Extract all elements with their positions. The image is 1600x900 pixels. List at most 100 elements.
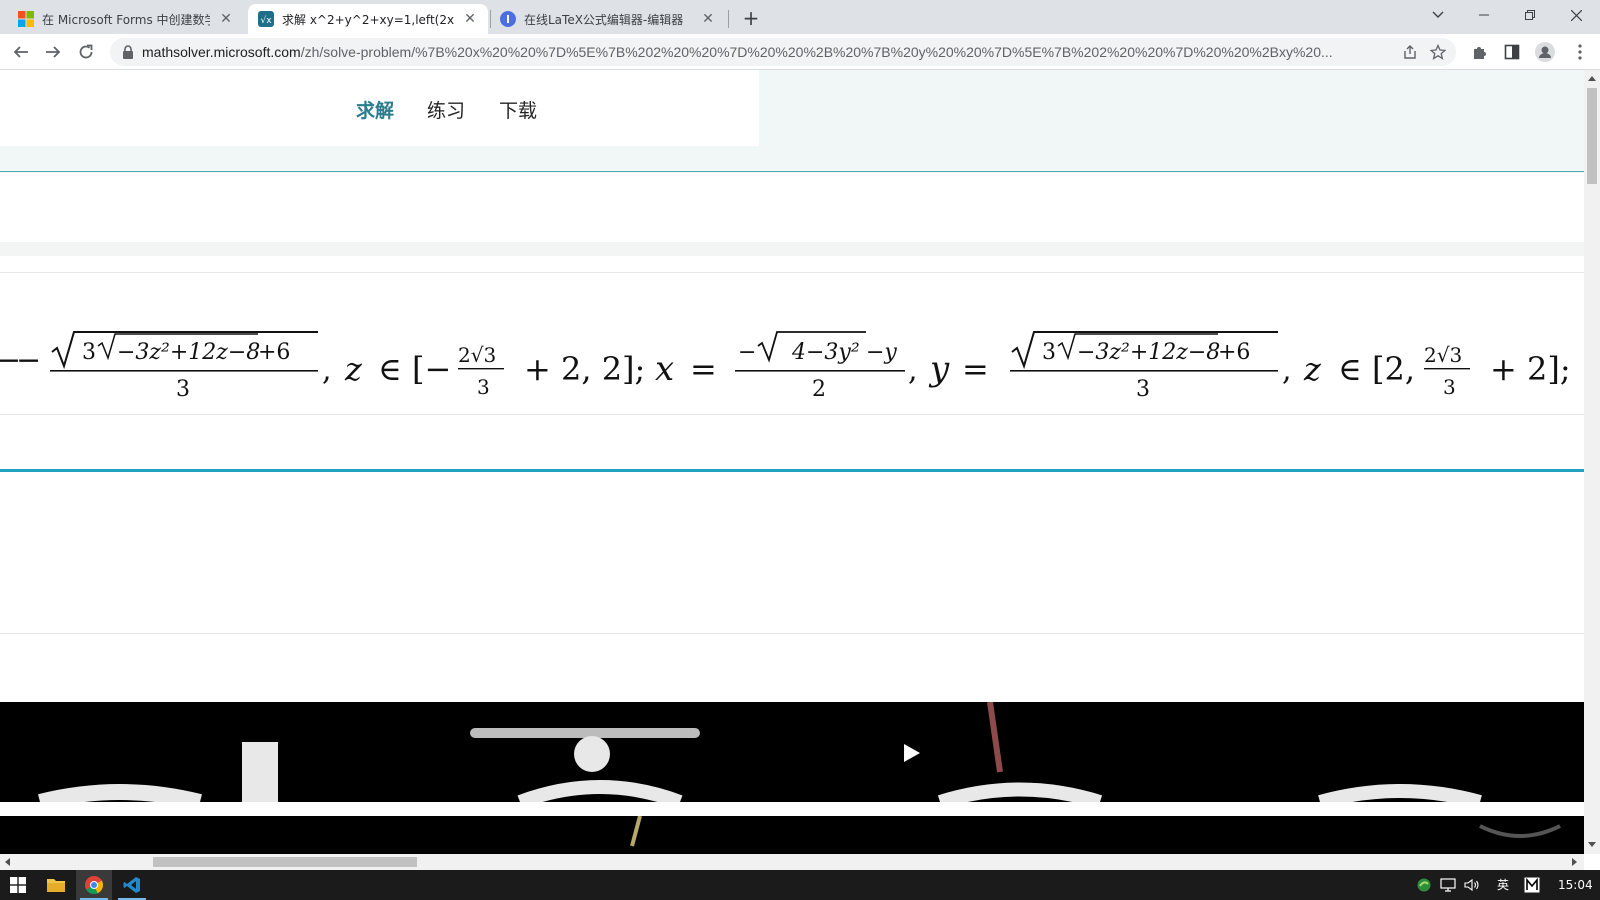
address-bar[interactable]: mathsolver.microsoft.com/zh/solve-proble… bbox=[110, 38, 1456, 66]
minimize-icon bbox=[1479, 14, 1489, 16]
tray-network[interactable] bbox=[1436, 870, 1460, 900]
scroll-down-arrow-icon[interactable] bbox=[1588, 842, 1596, 847]
forward-button[interactable] bbox=[39, 38, 67, 66]
more-vert-icon bbox=[1578, 44, 1582, 60]
browser-toolbar: mathsolver.microsoft.com/zh/solve-proble… bbox=[0, 34, 1600, 70]
arrow-left-icon bbox=[13, 46, 28, 58]
nav-practice[interactable]: 练习 bbox=[427, 96, 465, 123]
windows-logo-icon bbox=[10, 877, 26, 893]
latex-editor-icon bbox=[500, 11, 516, 27]
page-viewport: 求解 练习 下载 − − 3 −3z²+12z−8 +6 3 , z ∈ [− … bbox=[0, 70, 1584, 854]
restore-button[interactable] bbox=[1507, 0, 1553, 30]
new-tab-button[interactable]: + bbox=[738, 6, 764, 32]
taskbar-vscode[interactable] bbox=[114, 870, 150, 900]
math-interval-open: [2, bbox=[1372, 350, 1415, 388]
math-minus: − bbox=[738, 340, 756, 365]
math-radicand: −3z²+12z−8 bbox=[1077, 340, 1220, 365]
math-in: ∈ bbox=[378, 350, 402, 388]
math-comma: , bbox=[1282, 353, 1292, 388]
tab-microsoft-forms[interactable]: 在 Microsoft Forms 中创建数学 ✕ bbox=[8, 4, 244, 34]
solution-expression: − − 3 −3z²+12z−8 +6 3 , z ∈ [− 2√3 3 + 2… bbox=[0, 331, 1571, 402]
share-button[interactable] bbox=[1400, 42, 1420, 62]
math-two-sqrt3: 2√3 bbox=[1424, 343, 1462, 367]
minimize-button[interactable] bbox=[1461, 0, 1507, 30]
math-z: z bbox=[344, 350, 363, 388]
star-icon bbox=[1430, 44, 1446, 60]
reload-button[interactable] bbox=[72, 38, 100, 66]
video-frame bbox=[38, 702, 1482, 802]
profile-button[interactable] bbox=[1533, 40, 1557, 64]
tab-search-button[interactable] bbox=[1415, 0, 1461, 30]
side-panel-button[interactable] bbox=[1500, 40, 1524, 64]
scroll-right-arrow-icon[interactable] bbox=[1572, 858, 1577, 866]
start-button[interactable] bbox=[0, 870, 36, 900]
tab-title: 在线LaTeX公式编辑器-编辑器 bbox=[524, 12, 684, 27]
math-three: 3 bbox=[1443, 375, 1456, 399]
microsoft-logo-icon bbox=[18, 11, 34, 27]
lock-icon bbox=[123, 45, 133, 59]
math-plus6: +6 bbox=[258, 340, 290, 365]
extensions-button[interactable] bbox=[1468, 40, 1492, 64]
side-panel-icon bbox=[1504, 44, 1520, 60]
restore-icon bbox=[1525, 10, 1535, 20]
tab-math-solver[interactable]: √x 求解 x^2+y^2+xy=1,left(2x^2 ✕ bbox=[248, 4, 488, 34]
math-in: ∈ bbox=[1338, 350, 1362, 388]
share-icon bbox=[1404, 45, 1416, 59]
tab-separator bbox=[728, 10, 729, 28]
menu-button[interactable] bbox=[1568, 40, 1592, 64]
divider bbox=[0, 272, 1584, 273]
chrome-icon bbox=[85, 876, 103, 894]
divider bbox=[0, 633, 1584, 634]
svg-text:√x: √x bbox=[260, 15, 272, 26]
taskbar-file-explorer[interactable] bbox=[38, 870, 74, 900]
math-three: 3 bbox=[1042, 340, 1056, 365]
tab-close-icon[interactable]: ✕ bbox=[218, 11, 234, 27]
scrollbar-thumb[interactable] bbox=[153, 857, 417, 867]
header-background bbox=[759, 70, 1584, 173]
scroll-left-arrow-icon[interactable] bbox=[5, 858, 10, 866]
shield-icon bbox=[1417, 878, 1431, 892]
puzzle-icon bbox=[1474, 47, 1486, 59]
tray-ime-mode[interactable] bbox=[1520, 870, 1544, 900]
math-plus6: +6 bbox=[1218, 340, 1250, 365]
taskbar-chrome[interactable] bbox=[76, 870, 112, 900]
vertical-scrollbar[interactable] bbox=[1584, 70, 1600, 854]
math-comma: , bbox=[322, 353, 332, 388]
tray-input-language[interactable]: 英 bbox=[1497, 870, 1509, 900]
math-z: z bbox=[1303, 350, 1322, 388]
header-background bbox=[0, 146, 759, 173]
nav-solve[interactable]: 求解 bbox=[356, 96, 394, 123]
math-interval-open: [− bbox=[412, 350, 451, 388]
math-two-sqrt3: 2√3 bbox=[458, 343, 496, 367]
tab-title: 在 Microsoft Forms 中创建数学 bbox=[42, 12, 210, 27]
tab-close-icon[interactable]: ✕ bbox=[462, 11, 478, 27]
play-icon[interactable] bbox=[900, 742, 922, 764]
nav-download[interactable]: 下载 bbox=[499, 96, 537, 123]
tab-latex-editor[interactable]: 在线LaTeX公式编辑器-编辑器 ✕ bbox=[490, 4, 726, 34]
volume-icon bbox=[1464, 878, 1479, 892]
math-radicand: −3z²+12z−8 bbox=[117, 340, 260, 365]
scrollbar-thumb[interactable] bbox=[1587, 88, 1597, 184]
math-radicand-xy: 4−3y² bbox=[791, 340, 860, 365]
ime-mode-icon bbox=[1524, 877, 1540, 893]
url-host: mathsolver.microsoft.com bbox=[142, 44, 301, 60]
url-path: /zh/solve-problem/%7B%20x%20%20%7D%5E%7B… bbox=[300, 44, 1333, 60]
tray-volume[interactable] bbox=[1460, 870, 1484, 900]
url-text[interactable]: mathsolver.microsoft.com/zh/solve-proble… bbox=[142, 38, 1377, 66]
math-solver-icon: √x bbox=[258, 11, 274, 27]
horizontal-scrollbar[interactable] bbox=[0, 854, 1584, 870]
video-frame bbox=[630, 816, 1561, 847]
back-button[interactable] bbox=[7, 38, 35, 66]
close-window-button[interactable] bbox=[1553, 0, 1599, 30]
video-player[interactable] bbox=[0, 702, 1584, 802]
bookmark-button[interactable] bbox=[1428, 42, 1448, 62]
math-minus: − bbox=[16, 343, 41, 378]
tray-security[interactable] bbox=[1412, 870, 1436, 900]
tab-strip: 在 Microsoft Forms 中创建数学 ✕ √x 求解 x^2+y^2+… bbox=[0, 0, 1600, 34]
clock[interactable]: 15:04 bbox=[1558, 870, 1593, 900]
video-player-secondary[interactable] bbox=[0, 816, 1584, 854]
scroll-up-arrow-icon[interactable] bbox=[1588, 76, 1596, 81]
taskbar: 英 15:04 bbox=[0, 870, 1600, 900]
divider bbox=[0, 171, 1584, 172]
tab-close-icon[interactable]: ✕ bbox=[700, 11, 716, 27]
